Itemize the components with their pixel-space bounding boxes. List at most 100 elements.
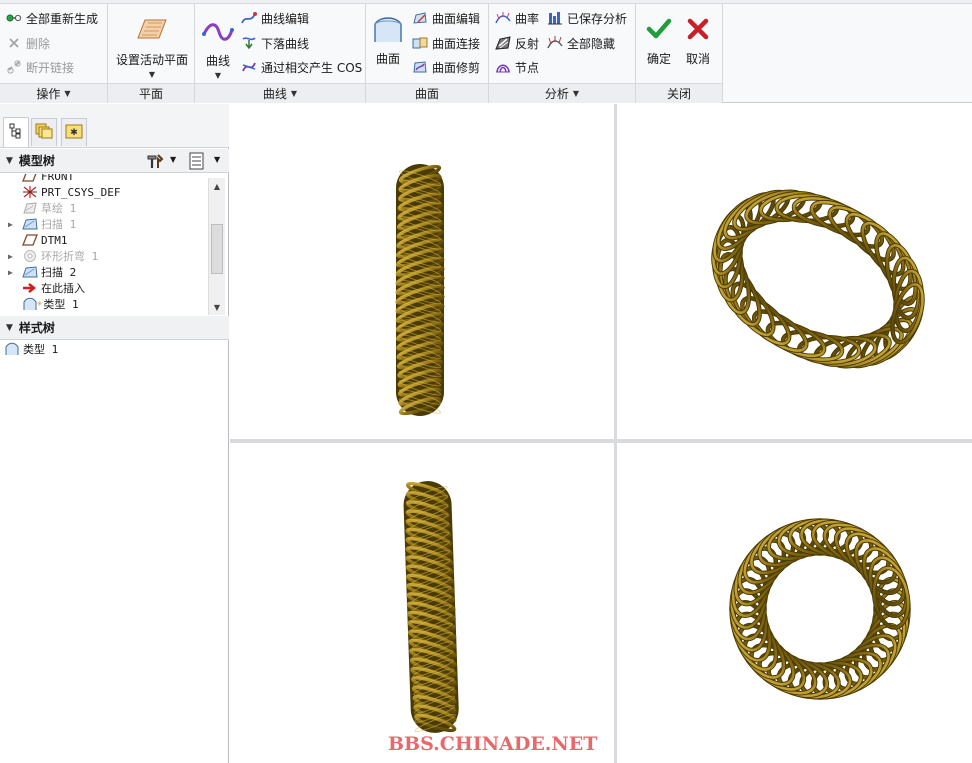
cos-from-intersection-button[interactable]: 通过相交产生 COS [241, 56, 362, 78]
hide-all-label: 全部隐藏 [567, 36, 616, 51]
group-footer-operations[interactable]: 操作 ▼ [0, 83, 107, 103]
surface-connect-label: 曲面连接 [432, 36, 481, 51]
scroll-down-arrow-icon[interactable]: ▼ [209, 299, 225, 315]
node-label: 节点 [515, 60, 540, 75]
curvature-label: 曲率 [515, 11, 540, 26]
set-active-plane-button[interactable]: 设置活动平面 ▼ [114, 16, 190, 79]
group-analysis: 曲率 已保存分析 反射 全部隐藏 节点 分析 ▼ [489, 4, 636, 103]
drop-curve-button[interactable]: 下落曲线 [241, 32, 309, 54]
folder-stack-icon [35, 123, 53, 142]
viewport-top-left[interactable] [230, 104, 614, 439]
delete-button[interactable]: 删除 [6, 32, 50, 54]
viewport-bottom-right[interactable] [617, 443, 972, 763]
model-tree-item[interactable]: PRT_CSYS_DEF [0, 184, 208, 200]
viewport-horizontal-divider[interactable] [230, 439, 972, 443]
ok-button[interactable]: 确定 [642, 16, 676, 67]
cancel-button[interactable]: 取消 [680, 16, 716, 67]
group-curve: 曲线 ▼ 曲线编辑 下落曲线 通过相交产生 COS 曲线 ▼ [195, 4, 366, 103]
model-tree-icon [9, 123, 23, 142]
style-tree-item[interactable]: 类型 1 [0, 341, 208, 357]
surface-edit-button[interactable]: 曲面编辑 [412, 7, 480, 29]
surface-footer-label: 曲面 [414, 87, 439, 101]
coil-side-view-front [395, 164, 445, 416]
dropdown-arrow-icon: ▼ [148, 70, 156, 79]
dropdown-caret-icon: ▼ [64, 89, 71, 98]
navigator-tabs: ✱ [0, 104, 229, 148]
group-footer-analysis[interactable]: 分析 ▼ [489, 83, 635, 103]
viewport-bottom-left[interactable] [230, 443, 614, 763]
surface-connect-button[interactable]: 曲面连接 [412, 32, 480, 54]
curve-footer-label: 曲线 [262, 87, 287, 101]
curve-edit-icon [241, 10, 257, 26]
close-footer-label: 关闭 [666, 87, 691, 101]
reflection-icon [495, 35, 511, 51]
break-link-button[interactable]: 断开链接 [6, 56, 74, 78]
curve-button[interactable]: 曲线 ▼ [199, 18, 237, 80]
coil-top-view [729, 518, 911, 700]
regenerate-icon [6, 10, 22, 26]
set-active-plane-label: 设置活动平面 [115, 53, 188, 67]
viewport-vertical-divider[interactable] [614, 104, 617, 763]
regenerate-all-button[interactable]: 全部重新生成 [6, 7, 98, 29]
curve-edit-label: 曲线编辑 [261, 11, 310, 26]
curvature-button[interactable]: 曲率 [495, 7, 539, 29]
expand-arrow-icon[interactable]: ▶ [8, 252, 18, 261]
model-tree-item[interactable]: ▶ 环形折弯 1 [0, 248, 208, 264]
model-tree-item[interactable]: FRONT [0, 174, 208, 184]
model-tree-item[interactable]: DTM1 [0, 232, 208, 248]
cancel-x-icon [685, 16, 711, 42]
tab-folder-browser[interactable] [31, 118, 57, 146]
surface-button[interactable]: 曲面 [370, 14, 406, 67]
scroll-up-arrow-icon[interactable]: ▲ [209, 178, 225, 194]
coil-loops [403, 481, 459, 733]
model-tree-item[interactable]: 草绘 1 [0, 200, 208, 216]
expand-arrow-icon[interactable]: ▶ [8, 268, 18, 277]
expand-arrow-icon[interactable]: ▶ [8, 220, 18, 229]
saved-analysis-button[interactable]: 已保存分析 [547, 7, 627, 29]
curve-label: 曲线 [205, 54, 230, 68]
delete-x-icon [6, 35, 22, 51]
model-tree-scrollbar[interactable]: ▲ ▼ [208, 178, 225, 315]
collapse-triangle-icon[interactable]: ▼ [6, 323, 13, 333]
settings-tools-icon[interactable] [145, 152, 167, 173]
model-tree-item-label: 类型 1 [43, 298, 79, 311]
break-link-label: 断开链接 [26, 60, 75, 75]
left-panel: ✱ ▼ 模型树 ▼ ▼ FRONT PRT_CSYS_DEF 草绘 1 ▶ 扫描 1 DT… [0, 104, 229, 763]
coil-isometric-view [711, 189, 925, 369]
group-surface: 曲面 曲面编辑 曲面连接 曲面修剪 曲面 [366, 4, 489, 103]
group-operations: 全部重新生成 删除 断开链接 操作 ▼ [0, 4, 108, 103]
collapse-triangle-icon[interactable]: ▼ [6, 156, 13, 166]
node-button[interactable]: 节点 [495, 56, 539, 78]
scroll-thumb[interactable] [211, 224, 223, 274]
model-tree-item-label: 扫描 2 [41, 266, 77, 279]
group-footer-curve[interactable]: 曲线 ▼ [195, 83, 365, 103]
show-list-icon[interactable] [189, 152, 205, 173]
show-dropdown-icon[interactable]: ▼ [214, 155, 220, 164]
surface-edit-icon [412, 10, 428, 26]
style-tree-header: ▼ 样式树 [0, 316, 229, 340]
reflection-button[interactable]: 反射 [495, 32, 539, 54]
model-tree-item[interactable]: ▶ 扫描 2 [0, 264, 208, 280]
coil-ring [729, 518, 911, 700]
model-tree-item-label: PRT_CSYS_DEF [41, 185, 121, 199]
datum-plane-icon [22, 233, 38, 247]
settings-dropdown-icon[interactable]: ▼ [170, 155, 176, 164]
model-tree-item[interactable]: 在此插入 [0, 280, 208, 296]
curve-edit-button[interactable]: 曲线编辑 [241, 7, 309, 29]
coil-side-view-tilted [403, 481, 459, 733]
style-tree-title: 样式树 [18, 321, 55, 335]
tab-favorites[interactable]: ✱ [61, 118, 87, 146]
surface-trim-button[interactable]: 曲面修剪 [412, 56, 480, 78]
model-tree-item-label: 扫描 1 [41, 218, 77, 231]
model-tree-header: ▼ 模型树 ▼ ▼ [0, 149, 229, 173]
model-tree-item-label: FRONT [41, 174, 75, 183]
model-tree-item[interactable]: ✳ 类型 1 [0, 296, 208, 312]
viewport-top-right[interactable] [617, 104, 972, 439]
tab-model-tree[interactable] [3, 117, 29, 147]
graphics-area[interactable] [230, 104, 972, 763]
dropdown-caret-icon: ▼ [572, 89, 580, 98]
hide-all-button[interactable]: 全部隐藏 [547, 32, 615, 54]
node-icon [495, 59, 511, 75]
style-tree-list: 类型 1 [0, 341, 208, 381]
model-tree-item[interactable]: ▶ 扫描 1 [0, 216, 208, 232]
